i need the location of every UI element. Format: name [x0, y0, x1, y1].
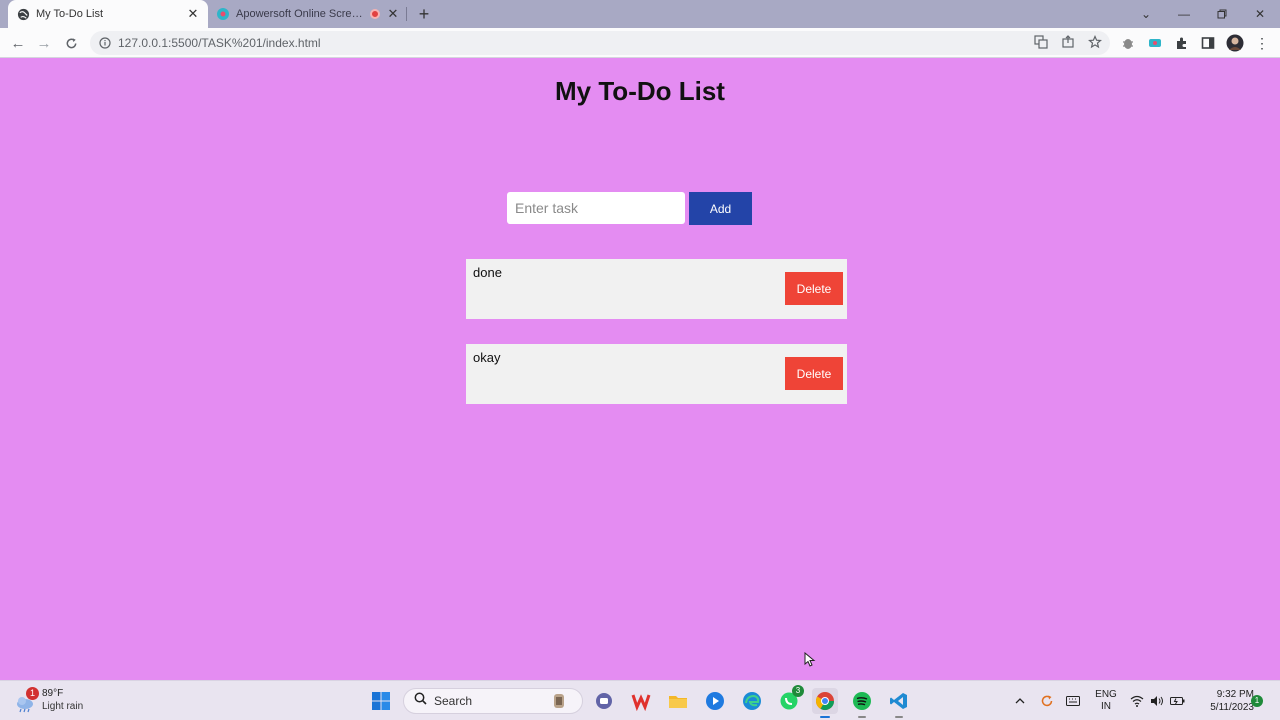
- translate-icon[interactable]: [1032, 33, 1050, 51]
- task-text: okay: [473, 350, 501, 365]
- file-explorer-icon[interactable]: [665, 688, 691, 714]
- keyboard-icon[interactable]: [1064, 681, 1082, 720]
- back-icon[interactable]: ←: [8, 33, 28, 53]
- media-player-icon[interactable]: [702, 688, 728, 714]
- tab-close-icon[interactable]: ✕: [386, 6, 400, 21]
- running-indicator: [820, 716, 830, 718]
- globe-icon: [16, 7, 30, 21]
- edge-browser-icon[interactable]: [739, 688, 765, 714]
- url-text: 127.0.0.1:5500/TASK%201/index.html: [118, 36, 321, 50]
- apowersoft-icon: [216, 7, 230, 21]
- close-window-icon[interactable]: ✕: [1242, 0, 1278, 28]
- reload-icon[interactable]: [61, 33, 81, 53]
- windows-start-icon[interactable]: [368, 688, 394, 714]
- search-highlight-icon: [550, 692, 568, 715]
- tab-title: My To-Do List: [36, 8, 104, 20]
- task-text: done: [473, 265, 502, 280]
- tab-separator: [406, 7, 407, 21]
- screen-recorder-extension-icon[interactable]: [1145, 33, 1165, 53]
- restore-icon[interactable]: [1204, 0, 1240, 28]
- tab-my-todo-list[interactable]: My To-Do List ✕: [8, 0, 208, 28]
- task-input[interactable]: [507, 192, 685, 224]
- new-tab-icon[interactable]: +: [414, 4, 434, 24]
- taskbar: 1 89°F Light rain Search 3 ENG IN 9:32 P…: [0, 680, 1280, 720]
- tab-title: Apowersoft Online Screen Re: [236, 8, 368, 20]
- extensions-puzzle-icon[interactable]: [1172, 33, 1192, 53]
- teams-chat-icon[interactable]: [591, 688, 617, 714]
- tab-search-icon[interactable]: ⌄: [1128, 0, 1164, 28]
- running-indicator: [895, 716, 903, 718]
- bookmark-star-icon[interactable]: [1086, 33, 1104, 51]
- volume-icon[interactable]: [1148, 681, 1166, 720]
- whatsapp-icon[interactable]: 3: [776, 685, 804, 714]
- recording-icon: [370, 9, 380, 19]
- delete-button[interactable]: Delete: [785, 357, 843, 390]
- region-code: IN: [1101, 701, 1111, 712]
- info-icon[interactable]: [98, 36, 112, 50]
- search-label: Search: [434, 694, 473, 708]
- page-title: My To-Do List: [555, 76, 725, 106]
- mouse-cursor-icon: [804, 651, 816, 668]
- whatsapp-badge: 3: [792, 685, 804, 697]
- side-panel-icon[interactable]: [1198, 33, 1218, 53]
- delete-button[interactable]: Delete: [785, 272, 843, 305]
- running-indicator: [858, 716, 866, 718]
- address-bar[interactable]: 127.0.0.1:5500/TASK%201/index.html: [90, 31, 1110, 55]
- weather-temp: 89°F: [42, 688, 64, 699]
- menu-kebab-icon[interactable]: ⋮: [1252, 33, 1272, 53]
- browser-tabstrip: My To-Do List ✕ Apowersoft Online Screen…: [0, 0, 1280, 28]
- show-hidden-icons-chevron-icon[interactable]: [1012, 681, 1028, 720]
- forward-icon[interactable]: →: [34, 33, 54, 53]
- sync-icon[interactable]: [1038, 681, 1056, 720]
- chrome-icon[interactable]: [812, 688, 838, 718]
- tab-close-icon[interactable]: ✕: [186, 6, 200, 21]
- weather-alert-badge: 1: [26, 687, 39, 700]
- vscode-icon[interactable]: [886, 688, 912, 718]
- battery-icon[interactable]: [1168, 681, 1186, 720]
- wifi-icon[interactable]: [1128, 681, 1146, 720]
- clock-date: 5/11/2023: [1210, 702, 1254, 713]
- taskbar-search[interactable]: Search: [403, 688, 583, 714]
- system-clock[interactable]: 9:32 PM 5/11/2023: [1190, 688, 1254, 714]
- notification-badge[interactable]: 1: [1251, 695, 1263, 707]
- spotify-icon[interactable]: [849, 688, 875, 718]
- language-indicator[interactable]: ENG IN: [1094, 689, 1118, 713]
- minimize-icon[interactable]: —: [1166, 0, 1202, 28]
- extension-bug-icon[interactable]: [1118, 33, 1138, 53]
- weather-desc: Light rain: [42, 701, 84, 712]
- wps-office-icon[interactable]: [628, 688, 654, 714]
- add-button[interactable]: Add: [689, 192, 752, 225]
- task-item: done Delete: [466, 259, 847, 319]
- browser-toolbar: ← → 127.0.0.1:5500/TASK%201/index.html ⋮: [0, 28, 1280, 58]
- profile-avatar[interactable]: [1225, 33, 1245, 53]
- tab-apowersoft[interactable]: Apowersoft Online Screen Re ✕: [210, 0, 406, 28]
- task-item: okay Delete: [466, 344, 847, 404]
- search-icon: [414, 692, 427, 710]
- language-code: ENG: [1095, 689, 1117, 700]
- weather-widget[interactable]: 1 89°F Light rain: [14, 687, 124, 715]
- share-icon[interactable]: [1059, 33, 1077, 51]
- clock-time: 9:32 PM: [1216, 689, 1254, 700]
